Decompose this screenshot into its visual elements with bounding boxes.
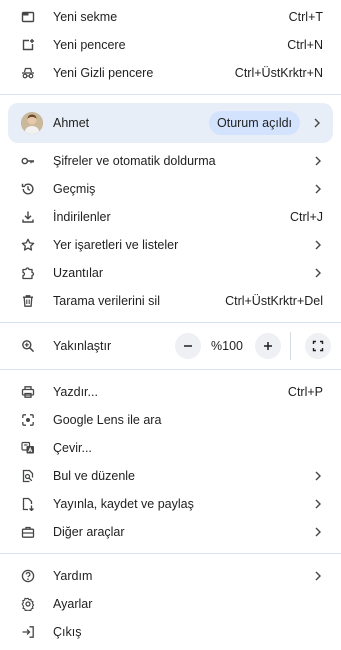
bookmarks-label: Yer işaretleri ve listeler [53,238,179,252]
puzzle-icon [21,266,35,280]
incognito-icon [21,66,35,80]
separator [0,369,341,370]
new-window-label: Yeni pencere [53,38,126,52]
new-tab-icon [21,10,35,24]
share-file-icon [21,497,35,511]
menu-item-print[interactable]: Yazdır... Ctrl+P [0,378,341,406]
chrome-main-menu: Yeni sekme Ctrl+T Yeni pencere Ctrl+N Ye… [0,0,341,650]
chevron-right-icon [314,240,322,250]
clear-browsing-data-label: Tarama verilerini sil [53,294,160,308]
printer-icon [21,385,35,399]
chevron-right-icon [314,268,322,278]
chevron-right-icon [314,571,322,581]
menu-item-passwords[interactable]: Şifreler ve otomatik doldurma [0,147,341,175]
chevron-right-icon [314,156,322,166]
menu-item-downloads[interactable]: İndirilenler Ctrl+J [0,203,341,231]
print-shortcut: Ctrl+P [287,385,323,399]
new-incognito-label: Yeni Gizli pencere [53,66,154,80]
new-window-icon [21,38,35,52]
cast-save-share-label: Yayınla, kaydet ve paylaş [53,497,194,511]
zoom-label: Yakınlaştır [53,339,112,353]
menu-item-history[interactable]: Geçmiş [0,175,341,203]
menu-item-extensions[interactable]: Uzantılar [0,259,341,287]
history-icon [21,182,35,196]
history-label: Geçmiş [53,182,96,196]
downloads-shortcut: Ctrl+J [290,210,323,224]
menu-item-more-tools[interactable]: Diğer araçlar [0,518,341,546]
new-incognito-shortcut: Ctrl+ÜstKrktr+N [234,66,323,80]
clear-browsing-data-shortcut: Ctrl+ÜstKrktr+Del [225,294,323,308]
profile-row[interactable]: Ahmet Oturum açıldı [8,103,333,143]
settings-label: Ayarlar [53,597,93,611]
translate-icon [21,441,35,455]
google-lens-label: Google Lens ile ara [53,413,162,427]
chevron-right-icon [314,527,322,537]
new-tab-shortcut: Ctrl+T [288,10,323,24]
menu-item-clear-browsing-data[interactable]: Tarama verilerini sil Ctrl+ÜstKrktr+Del [0,287,341,315]
zoom-out-button[interactable] [175,333,201,359]
avatar [21,112,43,134]
menu-item-new-window[interactable]: Yeni pencere Ctrl+N [0,31,341,59]
zoom-in-button[interactable] [255,333,281,359]
help-label: Yardım [53,569,93,583]
separator [0,94,341,95]
plus-icon [264,342,272,350]
translate-label: Çevir... [53,441,92,455]
menu-item-find-and-edit[interactable]: Bul ve düzenle [0,462,341,490]
separator [0,322,341,323]
exit-label: Çıkış [53,625,82,639]
chevron-right-icon [314,499,322,509]
new-tab-label: Yeni sekme [53,10,118,24]
find-icon [21,469,35,483]
chevron-right-icon [314,184,322,194]
zoom-row: Yakınlaştır %100 [0,330,341,362]
zoom-divider [290,332,291,360]
signed-in-badge: Oturum açıldı [209,111,301,135]
menu-item-bookmarks[interactable]: Yer işaretleri ve listeler [0,231,341,259]
menu-item-help[interactable]: Yardım [0,562,341,590]
chevron-right-icon [314,471,322,481]
menu-item-new-incognito[interactable]: Yeni Gizli pencere Ctrl+ÜstKrktr+N [0,59,341,87]
lens-icon [21,413,35,427]
star-icon [21,238,35,252]
chevron-right-icon [313,118,321,128]
download-icon [21,210,35,224]
toolbox-icon [21,525,35,539]
find-and-edit-label: Bul ve düzenle [53,469,136,483]
help-icon [21,569,35,583]
profile-name: Ahmet [53,116,90,130]
fullscreen-icon [312,340,324,352]
trash-icon [21,294,35,308]
new-window-shortcut: Ctrl+N [287,38,323,52]
zoom-level-value: %100 [211,339,243,353]
separator [0,553,341,554]
menu-item-cast-save-share[interactable]: Yayınla, kaydet ve paylaş [0,490,341,518]
print-label: Yazdır... [53,385,98,399]
menu-item-settings[interactable]: Ayarlar [0,590,341,618]
exit-icon [21,625,35,639]
menu-item-translate[interactable]: Çevir... [0,434,341,462]
minus-icon [184,345,192,347]
gear-icon [21,597,35,611]
downloads-label: İndirilenler [53,210,111,224]
menu-item-google-lens[interactable]: Google Lens ile ara [0,406,341,434]
key-icon [21,154,35,168]
menu-item-new-tab[interactable]: Yeni sekme Ctrl+T [0,3,341,31]
passwords-label: Şifreler ve otomatik doldurma [53,154,216,168]
fullscreen-button[interactable] [305,333,331,359]
menu-item-exit[interactable]: Çıkış [0,618,341,646]
extensions-label: Uzantılar [53,266,104,280]
more-tools-label: Diğer araçlar [53,525,125,539]
zoom-magnifier-icon [21,339,35,353]
